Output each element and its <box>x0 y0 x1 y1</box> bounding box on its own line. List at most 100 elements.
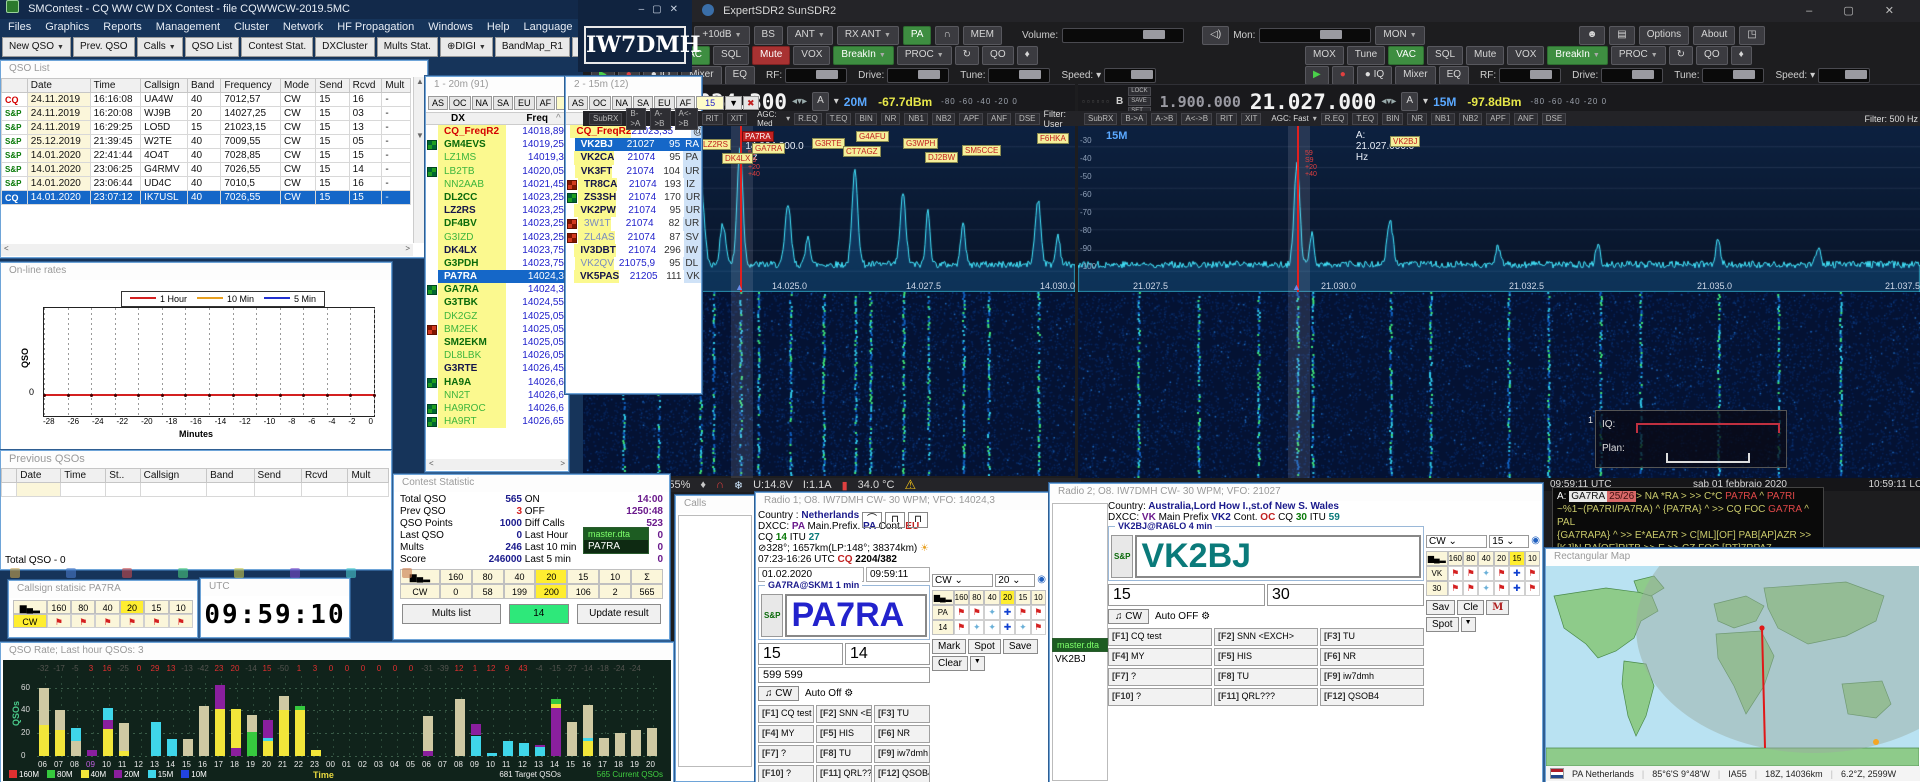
cle-button[interactable]: Cle <box>1457 600 1485 615</box>
agc-selector[interactable]: AGC: Med <box>757 110 782 128</box>
chevron-down-icon[interactable]: ▾ <box>834 96 839 107</box>
eq-button[interactable]: EQ <box>1438 66 1470 85</box>
tune-slider[interactable] <box>988 68 1051 83</box>
spot-callsign[interactable]: VK2PW <box>574 204 616 218</box>
qso-row[interactable]: S&P 14.01.2020 23:06:44 UD4C 40 7010,5 CW 15 16- <box>1 176 411 191</box>
radio2-title[interactable]: Radio 2; O8. IW7DMH CW- 30 WPM; VFO: 210… <box>1050 484 1542 501</box>
spot-row-HA9RT[interactable]: HA9RT 14026,65 <box>426 415 568 429</box>
rx2-waterfall[interactable] <box>1078 292 1920 478</box>
slider-thumb[interactable] <box>816 70 839 79</box>
rf-slider[interactable] <box>785 68 848 83</box>
prev-col[interactable]: Band <box>206 468 255 483</box>
mic-icon[interactable]: ♦ <box>1016 46 1038 65</box>
spot-button[interactable]: Spot <box>1426 617 1459 632</box>
cluster-15m-title[interactable]: 2 - 15m (12) <box>566 77 701 94</box>
spot-callsign[interactable]: DK4LX <box>438 243 506 257</box>
slider-thumb[interactable] <box>1320 30 1343 39</box>
gain-button[interactable]: +10dB ▼ <box>694 26 750 45</box>
fkey-f12[interactable]: [F12] QSOB4 <box>1320 688 1424 706</box>
headphones-icon[interactable]: ∩ <box>716 479 724 491</box>
spot-callsign[interactable]: SM2EKM <box>438 336 506 350</box>
fkey-f6[interactable]: [F6] NR <box>1320 648 1424 666</box>
spectrum-spot-DJ2BW[interactable]: DJ2BW <box>925 152 959 163</box>
world-map[interactable] <box>1546 566 1919 766</box>
desktop-icon[interactable] <box>402 568 412 578</box>
sent-field[interactable]: 15 <box>758 643 843 665</box>
spot-callsign[interactable]: DK2GZ <box>438 309 506 323</box>
slider-thumb[interactable] <box>1530 70 1553 79</box>
spot-callsign[interactable]: G3IZD <box>438 230 506 244</box>
mute-button[interactable]: Mute <box>1466 46 1505 65</box>
play-button[interactable]: ▶ <box>1305 66 1329 85</box>
qso-row[interactable]: S&P 24.11.2019 16:20:08 WJ9B 20 14027,25 CW 15 0… <box>1 106 411 121</box>
prev-col[interactable]: Rcvd <box>300 468 349 483</box>
spot-callsign[interactable]: HA9A <box>438 375 506 389</box>
qso-col-Time[interactable]: Time <box>89 78 142 93</box>
filter-selector[interactable]: Filter: User <box>1044 109 1074 129</box>
spot-callsign[interactable]: ZL4AS <box>578 230 615 244</box>
desktop-icon[interactable] <box>234 568 244 578</box>
toolbar-digi[interactable]: ⊕DIGI ▼ <box>439 37 493 57</box>
mute-button[interactable]: Mute <box>752 46 791 65</box>
spectrum-spot-CT7AGZ[interactable]: CT7AGZ <box>843 146 881 157</box>
spot-row-GM4EVS[interactable]: GM4EVS 14019,25 <box>426 138 568 152</box>
spot-callsign[interactable]: DF4BV <box>438 217 506 231</box>
subrx-ab[interactable]: A<->B <box>1181 112 1213 125</box>
fkey-f2[interactable]: [F2] SNN <EXCH> <box>1214 628 1318 646</box>
vfo-ab-button[interactable]: A <box>812 92 829 111</box>
menu-graphics[interactable]: Graphics <box>45 21 89 33</box>
toolbar-new-qso[interactable]: New QSO ▼ <box>2 37 71 57</box>
spot-row-NN2AAB[interactable]: NN2AAB 14021,45 <box>426 177 568 191</box>
fkey-f12[interactable]: [F12] QSOB4 <box>874 765 930 782</box>
desktop-icon[interactable] <box>10 568 20 578</box>
freq-step-buttons[interactable]: ◂▾▸ <box>1381 96 1396 107</box>
spot-row-TR8CA[interactable]: TR8CA 21074 193 IZ <box>566 177 701 191</box>
spot-callsign[interactable]: NN2AAB <box>438 177 506 191</box>
spot-row-NN2T[interactable]: NN2T 14026,6 <box>426 388 568 402</box>
callsign-input[interactable]: VK2BJ <box>1135 535 1421 578</box>
subrx-subrx[interactable]: SubRX <box>1084 112 1118 125</box>
spot-row-ZS3SH[interactable]: ZS3SH 21074 170 UR <box>566 190 701 205</box>
vfo-a-frequency[interactable]: 21.027.000 <box>1250 90 1376 114</box>
chevron-down-icon[interactable]: ▼ <box>969 656 985 671</box>
continent-filter-EU[interactable]: EU <box>514 96 535 110</box>
sql-button[interactable]: SQL <box>713 46 750 65</box>
desktop-icon[interactable] <box>290 568 300 578</box>
contest-statistic-title[interactable]: Contest Statistic <box>394 475 669 492</box>
volume-slider[interactable] <box>1062 28 1185 43</box>
spot-callsign[interactable]: PA7RA <box>438 270 506 284</box>
spot-row-DL2CC[interactable]: DL2CC 14023,25 <box>426 190 568 205</box>
map-title[interactable]: Rectangular Map <box>1546 549 1920 566</box>
toolbar-prev--qso[interactable]: Prev. QSO <box>72 37 135 57</box>
window-controls[interactable]: – ▢ ✕ <box>1806 0 1908 22</box>
spot-callsign[interactable]: VK2BJ <box>574 138 613 152</box>
spectrum-spot-PA7RA[interactable]: PA7RA <box>742 131 774 142</box>
prev-col[interactable]: Date <box>16 468 62 483</box>
spot-button[interactable]: Spot <box>968 639 1001 654</box>
save-button[interactable]: SAVE <box>1128 97 1151 106</box>
fkey-f7[interactable]: [F7] ? <box>758 745 814 763</box>
spot-callsign[interactable]: CQ_FreqR2 <box>570 125 632 139</box>
spot-row-G3IZD[interactable]: G3IZD 14023,25 <box>426 230 568 244</box>
sent-field[interactable]: 15 <box>1108 584 1265 606</box>
mode-select[interactable]: CW ⌄ <box>932 574 994 587</box>
fkey-f2[interactable]: [F2] SNN <EXCH> <box>816 705 872 723</box>
vac-button[interactable]: VAC <box>1388 46 1425 65</box>
band-select[interactable]: 20 ⌄ <box>995 574 1036 587</box>
qso-row[interactable]: S&P 14.01.2020 23:06:25 G4RMV 40 7026,55 CW 15 1… <box>1 162 411 177</box>
toolbar-contest-stat-[interactable]: Contest Stat. <box>241 37 314 57</box>
spectrum-spot-GA7RA[interactable]: GA7RA <box>752 143 786 154</box>
spot-callsign[interactable]: VK2QV <box>574 256 614 271</box>
help-icon[interactable]: ◉ <box>1531 535 1540 548</box>
toolbar-dxcluster[interactable]: DXCluster <box>315 37 375 57</box>
qso-row[interactable]: S&P 25.12.2019 21:39:45 W2TE 40 7009,55 CW 15 05… <box>1 134 411 149</box>
rx-ant-button[interactable]: RX ANT ▼ <box>836 26 899 45</box>
clear-button[interactable]: Clear <box>932 656 968 671</box>
band-label[interactable]: 20M <box>844 95 867 109</box>
drive-slider[interactable] <box>887 68 950 83</box>
dsp-teq[interactable]: T.EQ <box>1352 112 1379 125</box>
col-dx[interactable]: DX <box>426 113 490 124</box>
auto-toggle[interactable]: Auto OFF ⚙ <box>1155 611 1210 622</box>
slider-thumb[interactable] <box>1845 70 1868 79</box>
fkey-f3[interactable]: [F3] TU <box>874 705 930 723</box>
